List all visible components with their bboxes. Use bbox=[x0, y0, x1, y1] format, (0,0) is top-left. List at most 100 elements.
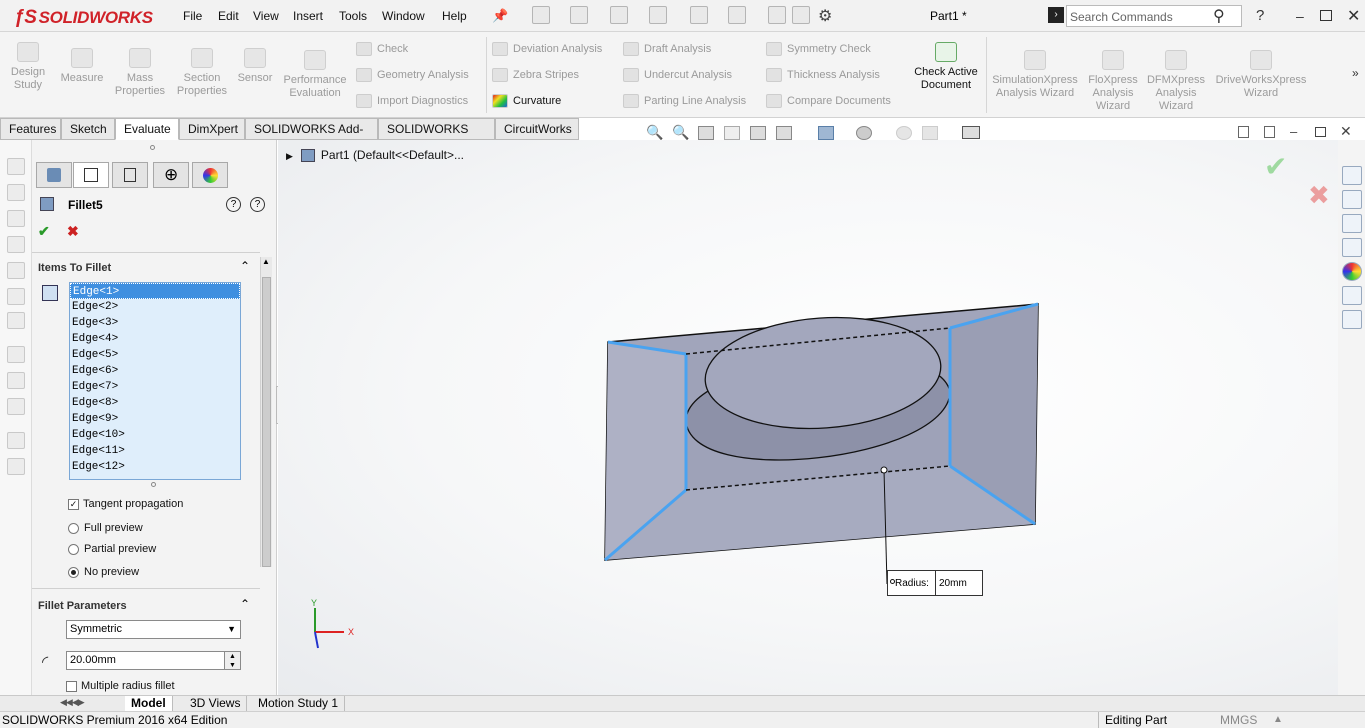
hole-icon[interactable] bbox=[7, 312, 25, 329]
edge-list-item[interactable]: Edge<4> bbox=[70, 331, 240, 347]
edge-list-item[interactable]: Edge<2> bbox=[70, 299, 240, 315]
tab-property-manager[interactable] bbox=[73, 162, 109, 188]
partial-preview-radio[interactable]: Partial preview bbox=[68, 543, 156, 555]
reference-geometry-icon[interactable] bbox=[7, 432, 25, 449]
tab-evaluate[interactable]: Evaluate bbox=[115, 118, 179, 140]
menu-help[interactable]: Help bbox=[442, 9, 467, 23]
ok-check-icon[interactable]: ✔ bbox=[38, 223, 50, 240]
full-preview-radio[interactable]: Full preview bbox=[68, 522, 143, 534]
extrude-icon[interactable] bbox=[7, 158, 25, 175]
symmetry-check-button[interactable]: Symmetry Check bbox=[766, 40, 871, 58]
display-style-icon[interactable] bbox=[818, 126, 834, 140]
undo-icon[interactable] bbox=[690, 6, 708, 24]
document-close-icon[interactable]: ✕ bbox=[1340, 123, 1352, 140]
draft-analysis-button[interactable]: Draft Analysis bbox=[623, 40, 711, 58]
minimize-icon[interactable]: – bbox=[1296, 8, 1304, 24]
multiple-radius-checkbox[interactable]: Multiple radius fillet bbox=[66, 680, 175, 692]
scrollbar-thumb[interactable] bbox=[262, 277, 271, 567]
menu-edit[interactable]: Edit bbox=[218, 9, 239, 23]
rebuild-icon[interactable] bbox=[768, 6, 786, 24]
edge-list-item[interactable]: Edge<6> bbox=[70, 363, 240, 379]
menu-window[interactable]: Window bbox=[382, 9, 425, 23]
edge-list-item[interactable]: Edge<9> bbox=[70, 411, 240, 427]
menu-insert[interactable]: Insert bbox=[293, 9, 323, 23]
file-explorer-folder-icon[interactable] bbox=[1342, 214, 1362, 233]
document-restore-icon[interactable] bbox=[1315, 127, 1326, 137]
search-commands-input[interactable]: Search Commands ⚲ bbox=[1066, 5, 1242, 27]
dfmxpress-button[interactable]: DFMXpress Analysis Wizard bbox=[1146, 50, 1206, 113]
edge-list-item[interactable]: Edge<1> bbox=[70, 283, 240, 299]
compare-documents-button[interactable]: Compare Documents bbox=[766, 92, 891, 110]
new-document-icon[interactable] bbox=[532, 6, 550, 24]
sensor-button[interactable]: Sensor bbox=[234, 48, 276, 85]
tab-3d-views[interactable]: 3D Views bbox=[184, 696, 248, 711]
options-gear-icon[interactable]: ⚙ bbox=[818, 6, 832, 26]
revolve-icon[interactable] bbox=[7, 184, 25, 201]
edge-list-item[interactable]: Edge<7> bbox=[70, 379, 240, 395]
tab-dimxpert[interactable]: DimXpert bbox=[179, 118, 245, 140]
zoom-to-fit-icon[interactable]: 🔍 bbox=[646, 124, 663, 141]
pattern-icon[interactable] bbox=[7, 372, 25, 389]
tab-configuration-manager[interactable] bbox=[112, 162, 148, 188]
import-diagnostics-button[interactable]: Import Diagnostics bbox=[356, 92, 468, 110]
tab-features[interactable]: Features bbox=[0, 118, 61, 140]
radius-input[interactable]: 20.00mm bbox=[66, 651, 226, 670]
dynamic-annotation-icon[interactable] bbox=[750, 126, 766, 140]
tab-sketch[interactable]: Sketch bbox=[61, 118, 115, 140]
tab-model[interactable]: Model bbox=[125, 696, 173, 711]
loft-icon[interactable] bbox=[7, 236, 25, 253]
tab-solidworks-mbd[interactable]: SOLIDWORKS MBD bbox=[378, 118, 495, 156]
hide-show-items-icon[interactable] bbox=[856, 126, 872, 140]
deviation-analysis-button[interactable]: Deviation Analysis bbox=[492, 40, 602, 58]
panel-tile-right-icon[interactable] bbox=[1264, 126, 1275, 138]
panel-tile-left-icon[interactable] bbox=[1238, 126, 1249, 138]
tab-circuitworks[interactable]: CircuitWorks bbox=[495, 118, 579, 140]
print-icon[interactable] bbox=[649, 6, 667, 24]
collapse-params-chevron-icon[interactable]: ⌃ bbox=[240, 597, 250, 611]
mass-properties-button[interactable]: Mass Properties bbox=[112, 48, 168, 98]
fillet-tool-icon[interactable] bbox=[7, 346, 25, 363]
cancel-x-icon[interactable]: ✖ bbox=[67, 223, 79, 240]
design-library-icon[interactable] bbox=[1342, 190, 1362, 209]
menu-file[interactable]: File bbox=[183, 9, 202, 23]
zebra-stripes-button[interactable]: Zebra Stripes bbox=[492, 66, 579, 84]
custom-properties-icon[interactable] bbox=[1342, 286, 1362, 305]
rib-icon[interactable] bbox=[7, 398, 25, 415]
edge-list-item[interactable]: Edge<11> bbox=[70, 443, 240, 459]
whats-wrong-help-icon[interactable]: ? bbox=[226, 197, 241, 212]
units-menu-arrow-icon[interactable]: ▲ bbox=[1273, 712, 1283, 728]
help-icon[interactable]: ? bbox=[1256, 7, 1264, 24]
collapse-items-chevron-icon[interactable]: ⌃ bbox=[240, 259, 250, 273]
simulationxpress-button[interactable]: SimulationXpress Analysis Wizard bbox=[990, 50, 1080, 100]
radius-callout[interactable]: Radius: 20mm bbox=[887, 570, 983, 596]
search-icon[interactable]: ⚲ bbox=[1213, 6, 1225, 26]
measure-button[interactable]: Measure bbox=[58, 48, 106, 85]
tab-solidworks-addins[interactable]: SOLIDWORKS Add-Ins bbox=[245, 118, 378, 156]
select-icon[interactable] bbox=[728, 6, 746, 24]
radius-spin-stepper[interactable]: ▲ ▼ bbox=[224, 651, 241, 670]
check-button[interactable]: Check bbox=[356, 40, 408, 58]
view-orientation-icon[interactable] bbox=[776, 126, 792, 140]
menu-tools[interactable]: Tools bbox=[339, 9, 367, 23]
edge-list-item[interactable]: Edge<12> bbox=[70, 459, 240, 475]
thickness-analysis-button[interactable]: Thickness Analysis bbox=[766, 66, 880, 84]
panel-splitter-handle[interactable] bbox=[150, 145, 155, 150]
sweep-icon[interactable] bbox=[7, 210, 25, 227]
ribbon-expand-icon[interactable]: » bbox=[1352, 66, 1359, 80]
section-view-icon[interactable] bbox=[724, 126, 740, 140]
fillet-method-select[interactable]: Symmetric ▼ bbox=[66, 620, 241, 639]
help-icon[interactable]: ? bbox=[250, 197, 265, 212]
list-resize-handle[interactable] bbox=[151, 482, 156, 487]
geometry-analysis-button[interactable]: Geometry Analysis bbox=[356, 66, 469, 84]
pin-icon[interactable]: 📌 bbox=[492, 8, 508, 24]
apply-scene-icon[interactable] bbox=[922, 126, 938, 140]
view-settings-icon[interactable] bbox=[962, 126, 980, 139]
file-properties-icon[interactable] bbox=[792, 6, 810, 24]
tangent-propagation-checkbox[interactable]: ✓ Tangent propagation bbox=[68, 498, 183, 510]
part-model[interactable] bbox=[278, 140, 1338, 695]
panel-scrollbar[interactable]: ▲ bbox=[260, 257, 272, 567]
check-active-document-button[interactable]: Check Active Document bbox=[910, 42, 982, 92]
floxpress-button[interactable]: FloXpress Analysis Wizard bbox=[1086, 50, 1140, 113]
edge-list-item[interactable]: Edge<5> bbox=[70, 347, 240, 363]
tab-scroll-arrows-icon[interactable]: ◀◀◀▶ bbox=[60, 697, 85, 708]
